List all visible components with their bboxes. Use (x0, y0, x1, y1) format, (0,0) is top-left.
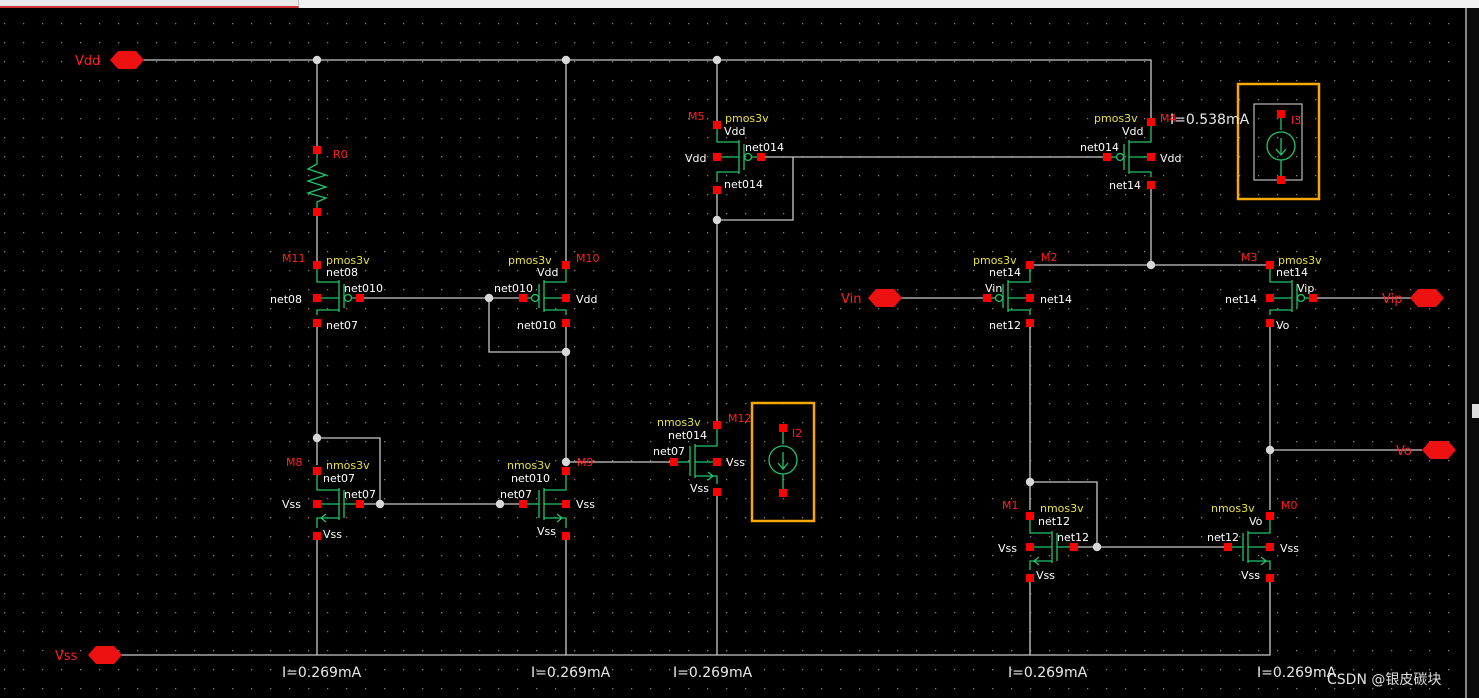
right-scroll-edge[interactable] (1465, 8, 1479, 698)
svg-text:Vin: Vin (841, 292, 861, 307)
svg-text:net12: net12 (1207, 531, 1239, 544)
svg-text:pmos3v: pmos3v (1094, 112, 1138, 125)
schematic-canvas[interactable]: Vdd Vss Vin Vip Vo R0 I3 I=0.538mA I2 M1… (0, 0, 1465, 698)
svg-text:Vss: Vss (323, 528, 342, 541)
svg-text:Vss: Vss (537, 525, 556, 538)
svg-text:Vip: Vip (1297, 282, 1314, 295)
svg-text:Vdd: Vdd (1160, 152, 1182, 165)
svg-text:Vdd: Vdd (75, 54, 100, 69)
svg-text:Vss: Vss (1036, 569, 1055, 582)
svg-text:net12: net12 (989, 319, 1021, 332)
current-label: I=0.269mA (531, 665, 611, 681)
svg-text:net14: net14 (989, 266, 1021, 279)
svg-text:Vdd: Vdd (685, 152, 707, 165)
svg-text:nmos3v: nmos3v (326, 459, 370, 472)
svg-text:net014: net014 (668, 429, 707, 442)
svg-text:Vdd: Vdd (1122, 125, 1144, 138)
current-label: I=0.269mA (1008, 665, 1088, 681)
svg-text:net12: net12 (1038, 515, 1070, 528)
svg-text:M11: M11 (282, 252, 306, 265)
current-label: I=0.269mA (1257, 665, 1337, 681)
svg-text:Vss: Vss (282, 498, 301, 511)
svg-text:net14: net14 (1040, 293, 1072, 306)
svg-text:Vdd: Vdd (537, 266, 559, 279)
svg-text:Vin: Vin (985, 282, 1002, 295)
svg-text:pmos3v: pmos3v (725, 112, 769, 125)
svg-text:M12: M12 (728, 412, 752, 425)
svg-text:nmos3v: nmos3v (507, 459, 551, 472)
svg-text:net14: net14 (1276, 266, 1308, 279)
svg-text:M9: M9 (577, 456, 594, 469)
svg-text:net010: net010 (517, 319, 556, 332)
svg-text:Vdd: Vdd (724, 125, 746, 138)
svg-text:net014: net014 (724, 178, 763, 191)
svg-text:M10: M10 (576, 252, 600, 265)
svg-text:net12: net12 (1057, 531, 1089, 544)
svg-text:net14: net14 (1225, 293, 1257, 306)
svg-text:Vss: Vss (690, 482, 709, 495)
svg-text:Vip: Vip (1382, 292, 1402, 307)
svg-text:Vss: Vss (576, 498, 595, 511)
svg-text:net14: net14 (1109, 179, 1141, 192)
watermark: CSDN @银皮碳块 (1327, 672, 1442, 688)
svg-text:M2: M2 (1041, 251, 1058, 264)
svg-text:Vo: Vo (1396, 444, 1412, 459)
svg-text:M4: M4 (1160, 112, 1177, 125)
current-label: I=0.269mA (673, 665, 753, 681)
svg-text:net07: net07 (326, 319, 358, 332)
svg-text:Vss: Vss (55, 649, 78, 664)
svg-text:net014: net014 (1080, 141, 1119, 154)
svg-text:M3: M3 (1241, 251, 1258, 264)
svg-text:I=0.538mA: I=0.538mA (1170, 112, 1250, 128)
svg-text:nmos3v: nmos3v (657, 416, 701, 429)
svg-text:Vdd: Vdd (576, 293, 598, 306)
svg-text:net014: net014 (745, 141, 784, 154)
svg-text:nmos3v: nmos3v (1211, 502, 1255, 515)
svg-text:net08: net08 (270, 293, 302, 306)
svg-text:net010: net010 (511, 472, 550, 485)
svg-text:I2: I2 (792, 427, 802, 440)
svg-text:Vss: Vss (1280, 542, 1299, 555)
svg-text:M8: M8 (286, 456, 303, 469)
svg-text:net08: net08 (326, 266, 358, 279)
svg-text:nmos3v: nmos3v (1040, 502, 1084, 515)
svg-text:M1: M1 (1002, 499, 1019, 512)
svg-text:Vss: Vss (998, 542, 1017, 555)
svg-text:Vo: Vo (1276, 319, 1290, 332)
svg-text:net010: net010 (494, 282, 533, 295)
svg-text:I3: I3 (1291, 114, 1301, 127)
svg-text:net07: net07 (653, 445, 685, 458)
svg-text:Vss: Vss (726, 456, 745, 469)
svg-text:Vss: Vss (1241, 569, 1260, 582)
svg-text:M5: M5 (688, 110, 705, 123)
svg-text:net010: net010 (344, 282, 383, 295)
svg-text:R0: R0 (333, 148, 348, 161)
svg-text:net07: net07 (344, 488, 376, 501)
svg-text:Vo: Vo (1249, 515, 1263, 528)
svg-text:net07: net07 (323, 472, 355, 485)
svg-text:net07: net07 (500, 488, 532, 501)
svg-text:M0: M0 (1281, 499, 1298, 512)
current-label: I=0.269mA (282, 665, 362, 681)
edge-handle[interactable] (1472, 404, 1479, 418)
